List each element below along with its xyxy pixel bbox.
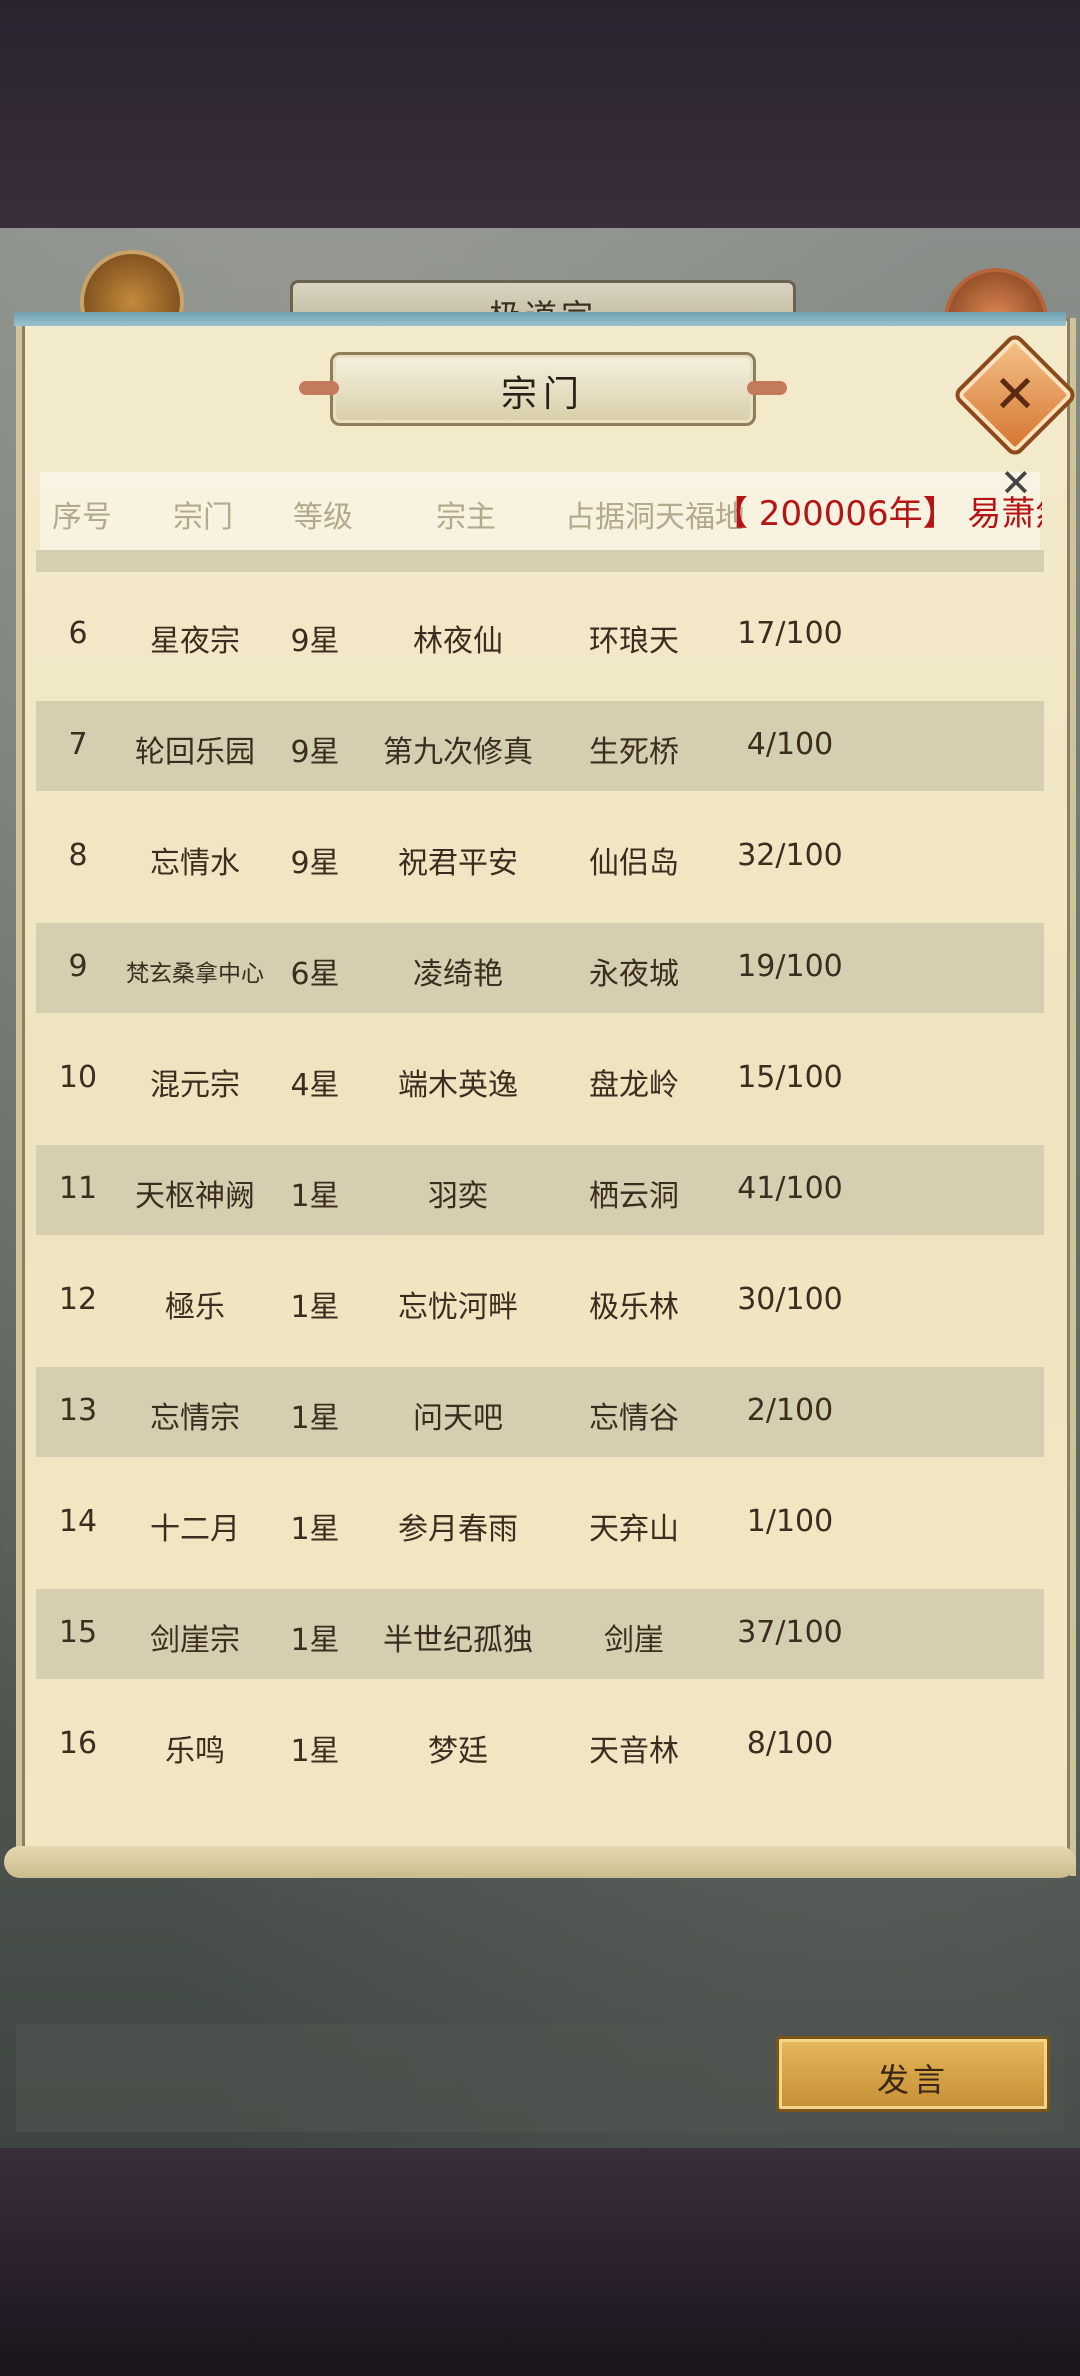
- announcement-close-icon[interactable]: ✕: [1000, 464, 1032, 502]
- row-leader: 林夜仙: [413, 624, 503, 659]
- top-status-area: [0, 0, 1080, 228]
- table-row[interactable]: 13 忘情宗 1星 问天吧 忘情谷 2/100: [36, 1367, 1044, 1457]
- row-index: 7: [68, 727, 88, 762]
- row-count: 15/100: [737, 1060, 843, 1095]
- row-sect: 轮回乐园: [135, 735, 255, 770]
- row-land: 永夜城: [589, 957, 679, 992]
- row-leader: 梦廷: [428, 1734, 488, 1769]
- row-level: 4星: [290, 1068, 340, 1103]
- scroll-rod-top: [14, 312, 1066, 326]
- row-leader: 半世纪孤独: [383, 1623, 533, 1658]
- row-count: 19/100: [737, 949, 843, 984]
- row-land: 环琅天: [589, 624, 679, 659]
- row-sect: 忘情水: [150, 846, 240, 881]
- row-count: 2/100: [746, 1393, 834, 1428]
- column-header-leader: 宗主: [436, 500, 496, 535]
- dialog-title: 宗门: [500, 374, 585, 415]
- row-sect: 剑崖宗: [150, 1623, 240, 1658]
- row-leader: 参月春雨: [398, 1512, 518, 1547]
- row-sect: 混元宗: [150, 1068, 240, 1103]
- dialog-title-plate: 宗门: [299, 352, 787, 426]
- row-count: 17/100: [737, 616, 843, 651]
- row-level: 9星: [290, 846, 340, 881]
- row-land: 生死桥: [589, 735, 679, 770]
- table-row[interactable]: 11 天枢神阙 1星 羽奕 栖云洞 41/100: [36, 1145, 1044, 1235]
- row-land: 盘龙岭: [589, 1068, 679, 1103]
- row-index: 14: [58, 1504, 98, 1539]
- row-land: 忘情谷: [589, 1401, 679, 1436]
- row-index: 11: [58, 1171, 98, 1206]
- row-level: 6星: [290, 957, 340, 992]
- row-leader: 祝君平安: [398, 846, 518, 881]
- close-icon: ✕: [993, 365, 1037, 425]
- row-index: 16: [58, 1726, 98, 1761]
- row-index: 13: [58, 1393, 98, 1428]
- row-level: 9星: [290, 735, 340, 770]
- row-count: 30/100: [737, 1282, 843, 1317]
- row-level: 1星: [290, 1623, 340, 1658]
- row-index: 10: [58, 1060, 98, 1095]
- partial-row: [36, 550, 1044, 572]
- row-index: 12: [58, 1282, 98, 1317]
- row-index: 9: [68, 949, 88, 984]
- row-sect: 天枢神阙: [135, 1179, 255, 1214]
- row-count: 32/100: [737, 838, 843, 873]
- column-header-index: 序号: [52, 500, 112, 535]
- row-level: 1星: [290, 1290, 340, 1325]
- table-row[interactable]: 10 混元宗 4星 端木英逸 盘龙岭 15/100: [36, 1034, 1044, 1124]
- speak-button-label: 发言: [876, 2061, 949, 2099]
- row-level: 1星: [290, 1734, 340, 1769]
- row-land: 极乐林: [589, 1290, 679, 1325]
- column-header-sect: 宗门: [173, 500, 233, 535]
- scroll-rod-bottom: [4, 1846, 1076, 1878]
- row-count: 4/100: [746, 727, 834, 762]
- row-sect: 星夜宗: [150, 624, 240, 659]
- row-level: 1星: [290, 1179, 340, 1214]
- row-leader: 凌绮艳: [413, 957, 503, 992]
- row-index: 15: [58, 1615, 98, 1650]
- row-land: 天弃山: [589, 1512, 679, 1547]
- row-count: 37/100: [737, 1615, 843, 1650]
- table-row[interactable]: 8 忘情水 9星 祝君平安 仙侣岛 32/100: [36, 812, 1044, 902]
- row-land: 天音林: [589, 1734, 679, 1769]
- row-leader: 忘忧河畔: [398, 1290, 518, 1325]
- row-land: 剑崖: [604, 1623, 664, 1658]
- speak-button[interactable]: 发言: [776, 2036, 1050, 2112]
- row-count: 1/100: [746, 1504, 834, 1539]
- table-row[interactable]: 15 剑崖宗 1星 半世纪孤独 剑崖 37/100: [36, 1589, 1044, 1679]
- row-sect: 十二月: [150, 1512, 240, 1547]
- row-count: 8/100: [746, 1726, 834, 1761]
- row-level: 1星: [290, 1512, 340, 1547]
- row-index: 6: [68, 616, 88, 651]
- bottom-area: [0, 2148, 1080, 2376]
- table-row[interactable]: 7 轮回乐园 9星 第九次修真 生死桥 4/100: [36, 701, 1044, 791]
- row-leader: 端木英逸: [398, 1068, 518, 1103]
- row-sect: 乐鸣: [165, 1734, 225, 1769]
- table-row[interactable]: 6 星夜宗 9星 林夜仙 环琅天 17/100: [36, 590, 1044, 680]
- row-index: 8: [68, 838, 88, 873]
- table-row[interactable]: 12 極乐 1星 忘忧河畔 极乐林 30/100: [36, 1256, 1044, 1346]
- table-row[interactable]: 9 梵玄桑拿中心 6星 凌绮艳 永夜城 19/100: [36, 923, 1044, 1013]
- row-leader: 羽奕: [428, 1179, 488, 1214]
- row-land: 仙侣岛: [589, 846, 679, 881]
- row-sect: 忘情宗: [150, 1401, 240, 1436]
- row-land: 栖云洞: [589, 1179, 679, 1214]
- announcement-ticker: 【 200006年】 易萧然: [714, 494, 1042, 534]
- table-row[interactable]: 14 十二月 1星 参月春雨 天弃山 1/100: [36, 1478, 1044, 1568]
- row-leader: 问天吧: [413, 1401, 503, 1436]
- row-sect: 極乐: [165, 1290, 225, 1325]
- column-header-level: 等级: [293, 500, 353, 535]
- row-leader: 第九次修真: [383, 735, 533, 770]
- row-sect: 梵玄桑拿中心: [126, 961, 264, 987]
- row-level: 1星: [290, 1401, 340, 1436]
- row-level: 9星: [290, 624, 340, 659]
- table-row[interactable]: 16 乐鸣 1星 梦廷 天音林 8/100: [36, 1700, 1044, 1790]
- row-count: 41/100: [737, 1171, 843, 1206]
